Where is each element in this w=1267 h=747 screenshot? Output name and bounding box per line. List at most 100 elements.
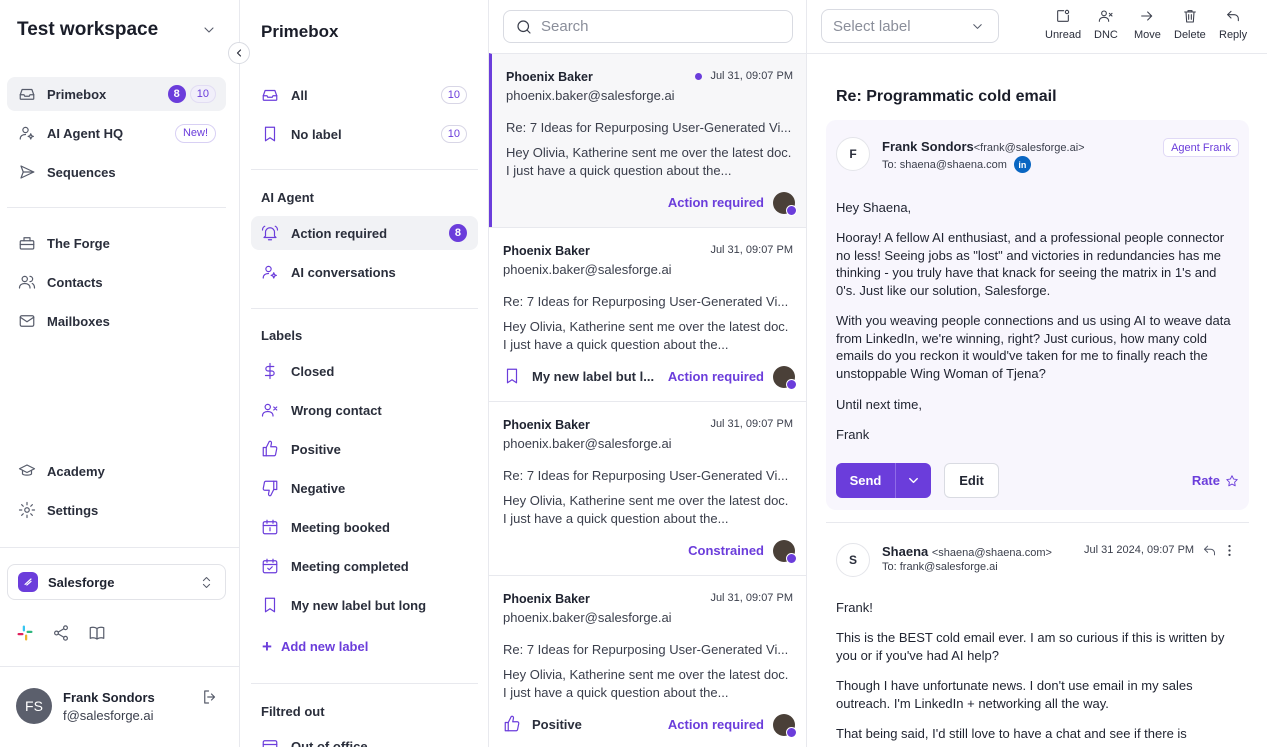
unread-button[interactable]: Unread: [1045, 8, 1081, 41]
workspace-switcher[interactable]: Test workspace: [17, 18, 217, 42]
add-label-button[interactable]: + Add new label: [262, 638, 368, 655]
send-options-button[interactable]: [895, 463, 931, 498]
send-button[interactable]: Send: [836, 463, 895, 498]
chevron-down-icon: [909, 477, 918, 484]
sidebar-item-the-forge[interactable]: The Forge: [7, 226, 226, 260]
dnc-button[interactable]: DNC: [1094, 8, 1118, 41]
draft-paragraph: Frank: [836, 427, 870, 442]
folder-label: Meeting completed: [291, 558, 409, 574]
sender-email: <frank@salesforge.ai>: [973, 142, 1085, 154]
reply-sender: Shaena <shaena@shaena.com>: [882, 544, 1052, 559]
divider: [7, 207, 226, 208]
sender-name: Shaena: [882, 544, 929, 559]
bookmark-icon: [264, 126, 276, 142]
delete-button[interactable]: Delete: [1174, 8, 1206, 41]
sidebar-item-label: Mailboxes: [47, 313, 110, 329]
section-labels: Labels: [261, 328, 303, 343]
bookmark-icon: [506, 368, 518, 384]
unread-dot: [695, 72, 703, 80]
user-profile[interactable]: FS Frank Sondors f@salesforge.ai: [16, 686, 221, 726]
list-item[interactable]: Phoenix Baker Jul 31, 09:07 PM phoenix.b…: [489, 53, 806, 227]
search-input[interactable]: [541, 18, 771, 35]
reply-icon: [1227, 10, 1239, 22]
book-icon[interactable]: [88, 624, 106, 642]
label-closed[interactable]: Closed: [251, 354, 478, 388]
folder-out-of-office[interactable]: Out of office: [251, 729, 478, 747]
calendar-icon: [262, 740, 278, 747]
org-name: Salesforge: [48, 574, 115, 590]
count-badge: 10: [440, 125, 467, 143]
linkedin-icon[interactable]: in: [1013, 156, 1031, 173]
message-list: Phoenix Baker Jul 31, 09:07 PM phoenix.b…: [489, 0, 807, 747]
message-time: Jul 31, 09:07 PM: [710, 70, 793, 82]
list-item[interactable]: Phoenix Baker Jul 31, 09:07 PM phoenix.b…: [489, 401, 806, 575]
sidebar-item-academy[interactable]: Academy: [7, 454, 226, 488]
agent-icon: [262, 265, 277, 279]
folder-label: No label: [291, 126, 342, 142]
mark-unread-icon: [1057, 9, 1070, 22]
sidebar-item-mailboxes[interactable]: Mailboxes: [7, 304, 226, 338]
more-vertical-icon[interactable]: [1222, 543, 1237, 558]
sidebar-item-label: Academy: [47, 463, 105, 479]
label-meeting-booked[interactable]: Meeting booked: [251, 510, 478, 544]
move-button[interactable]: Move: [1134, 8, 1161, 41]
org-selector[interactable]: Salesforge: [7, 564, 226, 600]
share-icon[interactable]: [52, 624, 70, 642]
label-negative[interactable]: Negative: [251, 471, 478, 505]
tool-label: Move: [1134, 29, 1161, 41]
inbox-icon: [262, 89, 278, 101]
sidebar-item-label: Contacts: [47, 274, 103, 290]
draft-paragraph: Hey Shaena,: [836, 200, 912, 215]
sidebar: Test workspace Primebox 8 10 AI Agent HQ…: [0, 0, 240, 747]
sidebar-item-ai-agent-hq[interactable]: AI Agent HQ New!: [7, 116, 226, 150]
folder-no-label[interactable]: No label 10: [251, 117, 478, 151]
message-preview: Hey Olivia, Katherine sent me over the l…: [506, 145, 792, 178]
avatar: [773, 540, 797, 564]
bookmark-icon: [264, 597, 276, 613]
tool-label: Delete: [1174, 29, 1206, 41]
unread-badge: 8: [167, 85, 186, 103]
draft-recipient: To: shaena@shaena.com in: [882, 156, 1031, 173]
label-meeting-completed[interactable]: Meeting completed: [251, 549, 478, 583]
rate-button[interactable]: Rate: [1192, 473, 1239, 488]
label-positive[interactable]: Positive: [251, 432, 478, 466]
draft-paragraph: Until next time,: [836, 397, 922, 412]
folder-all[interactable]: All 10: [251, 78, 478, 112]
search-box[interactable]: [503, 10, 793, 43]
slack-icon[interactable]: [16, 624, 34, 642]
reply-icon[interactable]: [1202, 543, 1217, 558]
list-item[interactable]: Phoenix Baker Jul 31, 09:07 PM phoenix.b…: [489, 227, 806, 401]
users-icon: [18, 275, 36, 289]
avatar: FS: [16, 688, 52, 724]
sidebar-item-settings[interactable]: Settings: [7, 493, 226, 527]
message-email: phoenix.baker@salesforge.ai: [506, 88, 675, 103]
folder-ai-conversations[interactable]: AI conversations: [251, 255, 478, 289]
tool-label: Unread: [1045, 29, 1082, 41]
list-item[interactable]: Phoenix Baker Jul 31, 09:07 PM phoenix.b…: [489, 575, 806, 747]
chevron-updown-icon: [202, 576, 211, 588]
edit-button[interactable]: Edit: [944, 463, 999, 498]
message-subject: Re: 7 Ideas for Repurposing User-Generat…: [506, 120, 792, 135]
sidebar-item-sequences[interactable]: Sequences: [7, 155, 226, 189]
label-select[interactable]: Select label: [821, 9, 999, 43]
new-badge: New!: [174, 123, 216, 143]
message-time: Jul 31, 09:07 PM: [710, 418, 793, 430]
collapse-sidebar-button[interactable]: [228, 42, 250, 64]
label-wrong-contact[interactable]: Wrong contact: [251, 393, 478, 427]
avatar: S: [836, 543, 870, 577]
salesforge-logo-icon: [18, 572, 38, 592]
folder-label: Meeting booked: [291, 519, 390, 535]
plus-icon: +: [262, 637, 272, 656]
reply-paragraph: Though I have unfortunate news. I don't …: [836, 678, 1193, 711]
arrow-right-icon: [1141, 11, 1153, 21]
folder-label: Wrong contact: [291, 402, 382, 418]
message-preview: Hey Olivia, Katherine sent me over the l…: [503, 667, 789, 700]
message-label: My new label but l...: [503, 367, 654, 385]
sidebar-item-contacts[interactable]: Contacts: [7, 265, 226, 299]
logout-icon[interactable]: [201, 688, 219, 706]
reply-button[interactable]: Reply: [1219, 8, 1247, 41]
sidebar-item-primebox[interactable]: Primebox 8 10: [7, 77, 226, 111]
label-my-new-label[interactable]: My new label but long: [251, 588, 478, 622]
folder-action-required[interactable]: Action required 8: [251, 216, 478, 250]
sender-name: Frank Sondors: [882, 139, 974, 154]
